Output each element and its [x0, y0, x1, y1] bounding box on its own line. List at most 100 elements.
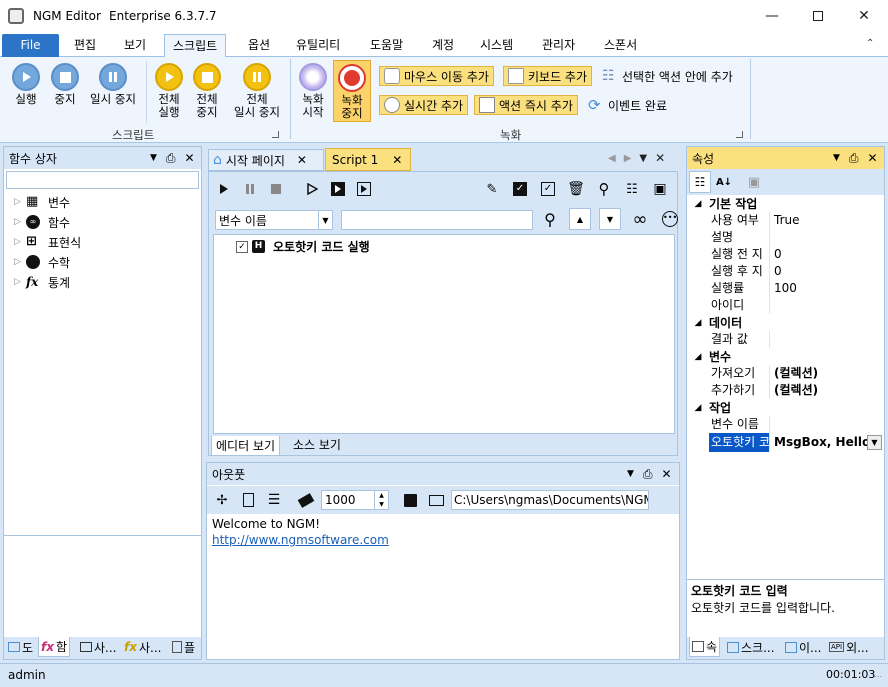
dropdown-icon[interactable]: ▼	[150, 153, 157, 163]
expand-arrow-icon[interactable]: ▷	[14, 217, 26, 227]
collapse-icon[interactable]: ◢	[687, 352, 709, 362]
record-group-launcher-icon[interactable]	[736, 131, 743, 138]
bottom-tab-user-fx[interactable]: fx 사...	[122, 637, 163, 657]
search-down-icon[interactable]: ▼	[599, 208, 621, 230]
property-pages-icon[interactable]: ▣	[743, 171, 765, 193]
property-value[interactable]	[769, 229, 885, 246]
property-row[interactable]: 결과 값	[687, 331, 885, 348]
infinity-icon[interactable]: ∞	[629, 208, 651, 230]
sort-alpha-icon[interactable]: A↓	[713, 171, 735, 193]
minimize-button[interactable]: —	[749, 0, 795, 32]
tab-edit[interactable]: 편집	[66, 34, 104, 57]
category-data[interactable]: ◢ 데이터	[687, 314, 885, 331]
tab-system[interactable]: 시스템	[472, 34, 521, 57]
stop-all-button[interactable]: 전체 중지	[190, 63, 224, 119]
line-limit-stepper[interactable]: 1000 ▲ ▼	[321, 490, 389, 510]
property-value[interactable]: (컬렉션)	[769, 382, 885, 399]
property-row[interactable]: 사용 여부 True	[687, 212, 885, 229]
expand-arrow-icon[interactable]: ▷	[14, 257, 26, 267]
property-value[interactable]: 0	[769, 246, 885, 263]
property-row[interactable]: 가져오기 (컬렉션)	[687, 365, 885, 382]
screen-icon[interactable]: ▣	[649, 178, 671, 200]
category-task[interactable]: ◢ 작업	[687, 399, 885, 416]
variable-select[interactable]: 변수 이름 ▼	[215, 210, 333, 230]
tab-script[interactable]: 스크립트	[164, 34, 227, 57]
file-menu-tab[interactable]: File	[2, 34, 59, 57]
stop-button[interactable]: 중지	[48, 63, 82, 106]
property-value[interactable]	[769, 416, 885, 433]
tree-item-statistics[interactable]: ▷ fx 통계	[14, 272, 70, 292]
property-row[interactable]: 변수 이름	[687, 416, 885, 433]
bottom-tab-plugin[interactable]: 플	[170, 637, 197, 657]
new-log-icon[interactable]	[237, 489, 259, 511]
tab-list-icon[interactable]: ▼	[639, 153, 647, 164]
run-all-button[interactable]: 전체 실행	[152, 63, 186, 119]
run-icon[interactable]	[213, 178, 235, 200]
chevron-down-icon[interactable]: ▼	[867, 435, 882, 450]
broom-icon[interactable]: ✢	[211, 489, 233, 511]
run-selected-icon[interactable]	[327, 178, 349, 200]
stepper-arrows-icon[interactable]: ▲ ▼	[374, 491, 388, 509]
eraser-icon[interactable]	[295, 489, 317, 511]
pin-icon[interactable]: ⎙	[849, 151, 859, 166]
property-row[interactable]: 실행률 100	[687, 280, 885, 297]
bottom-tab-users[interactable]: 사...	[78, 637, 118, 657]
list-icon[interactable]: ☰	[263, 489, 285, 511]
check-icon[interactable]: ✓	[537, 178, 559, 200]
pin-icon[interactable]: ⎙	[643, 467, 653, 482]
tab-account[interactable]: 계정	[424, 34, 462, 57]
pause-all-button[interactable]: 전체 일시 중지	[228, 63, 286, 119]
output-path-field[interactable]: C:\Users\ngmas\Documents\NGM6\	[451, 490, 649, 510]
tab-view[interactable]: 보기	[116, 34, 154, 57]
pause-button[interactable]: 일시 중지	[86, 63, 140, 106]
bottom-tab-do[interactable]: 도	[6, 637, 35, 657]
collapse-ribbon-icon[interactable]: ⌃	[866, 38, 874, 49]
tab-help[interactable]: 도움말	[362, 34, 411, 57]
editor-search-input[interactable]	[341, 210, 533, 230]
pin-icon[interactable]: ⎙	[166, 151, 176, 166]
expand-arrow-icon[interactable]: ▷	[14, 277, 26, 287]
property-row[interactable]: 실행 전 지 0	[687, 246, 885, 263]
collapse-icon[interactable]: ◢	[687, 403, 709, 413]
close-panel-icon[interactable]: ✕	[662, 467, 672, 481]
add-realtime-button[interactable]: 실시간 추가	[379, 95, 469, 115]
property-row[interactable]: 아이디	[687, 297, 885, 314]
collapse-icon[interactable]: ◢	[687, 199, 709, 209]
property-value[interactable]	[769, 331, 885, 348]
add-keyboard-button[interactable]: 키보드 추가	[503, 66, 593, 86]
scroll-right-icon[interactable]: ▶	[624, 153, 632, 164]
property-value[interactable]: (컬렉션)	[769, 365, 885, 382]
check-all-icon[interactable]: ✓	[509, 178, 531, 200]
run-button[interactable]: 실행	[10, 63, 42, 106]
search-up-icon[interactable]: ▲	[569, 208, 591, 230]
bottom-tab-image[interactable]: 이...	[783, 637, 823, 657]
expand-arrow-icon[interactable]: ▷	[14, 197, 26, 207]
search-icon[interactable]: ⚲	[593, 178, 615, 200]
tab-utility[interactable]: 유틸리티	[288, 34, 348, 57]
category-variable[interactable]: ◢ 변수	[687, 348, 885, 365]
stop-icon[interactable]	[265, 178, 287, 200]
close-tab-icon[interactable]: ✕	[392, 153, 402, 167]
property-value[interactable]: 100	[769, 280, 885, 297]
record-stop-button[interactable]: 녹화 중지	[333, 60, 371, 122]
tab-script-1[interactable]: Script 1 ✕	[325, 148, 411, 171]
maximize-button[interactable]	[795, 0, 841, 32]
tab-source-view[interactable]: 소스 보기	[289, 434, 345, 454]
more-options-icon[interactable]: •••	[659, 208, 681, 230]
property-value[interactable]: True	[769, 212, 885, 229]
expand-arrow-icon[interactable]: ▷	[14, 237, 26, 247]
tree-item-variable[interactable]: ▷ ▦ 변수	[14, 192, 70, 212]
script-tree-item[interactable]: ✓ H 오토핫키 코드 실행	[236, 238, 370, 255]
categorized-icon[interactable]: ☷	[689, 171, 711, 193]
close-tab-icon[interactable]: ✕	[297, 153, 307, 167]
tab-options[interactable]: 옵션	[240, 34, 278, 57]
tree-structure-icon[interactable]: ☷	[621, 178, 643, 200]
scroll-left-icon[interactable]: ◀	[608, 153, 616, 164]
step-run-icon[interactable]	[301, 178, 323, 200]
record-start-button[interactable]: 녹화 시작	[296, 63, 330, 119]
dropdown-icon[interactable]: ▼	[627, 469, 634, 479]
property-row-selected[interactable]: 오토핫키 코 MsgBox, Hello	[687, 433, 885, 452]
tab-admin[interactable]: 관리자	[534, 34, 583, 57]
collapse-icon[interactable]: ◢	[687, 318, 709, 328]
enabled-checkbox[interactable]: ✓	[236, 240, 248, 253]
